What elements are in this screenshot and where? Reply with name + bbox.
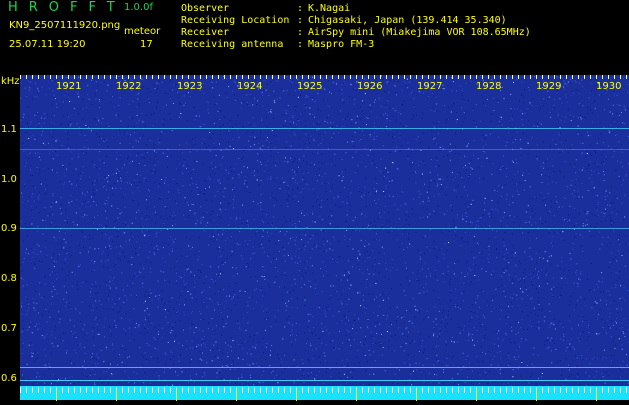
noise-layer [20, 75, 629, 387]
x-tick-label: 1928 [476, 81, 501, 92]
y-tick-label: 0.8 [1, 273, 17, 284]
y-tick-label: 1.0 [1, 174, 17, 185]
x-tick-label: 1925 [297, 81, 322, 92]
location-separator: : [297, 16, 303, 26]
time-ruler-ticks [20, 387, 629, 401]
observer-value: K.Nagai [308, 4, 350, 14]
x-tick-label: 1921 [56, 81, 81, 92]
observer-key: Observer [181, 4, 229, 14]
x-tick-label: 1923 [177, 81, 202, 92]
receiver-key: Receiver [181, 28, 229, 38]
frequency-unit-label: kHz [1, 76, 20, 87]
observer-separator: : [297, 4, 303, 14]
antenna-separator: : [297, 40, 303, 50]
spectrogram-canvas [20, 75, 629, 400]
header-panel: HROFFT 1.0.0f KN9_2507111920.png meteor … [0, 0, 629, 75]
x-tick-label: 1929 [536, 81, 561, 92]
antenna-key: Receiving antenna [181, 40, 283, 50]
minute-tick-marks [20, 75, 627, 79]
spectrogram-plot[interactable] [20, 75, 629, 400]
location-key: Receiving Location [181, 16, 289, 26]
app-title: HROFFT [8, 1, 126, 14]
time-ruler [20, 386, 629, 400]
x-tick-label: 1926 [357, 81, 382, 92]
antenna-value: Maspro FM-3 [308, 40, 374, 50]
x-tick-label: 1924 [237, 81, 262, 92]
filename-label: KN9_2507111920.png [9, 21, 120, 31]
location-value: Chigasaki, Japan (139.414 35.340) [308, 16, 507, 26]
y-tick-label: 1.1 [1, 124, 17, 135]
mode-label: meteor [124, 27, 160, 37]
receiver-value: AirSpy mini (Miakejima VOR 108.65MHz) [308, 28, 531, 38]
y-tick-label: 0.6 [1, 373, 17, 384]
count-label: 17 [140, 40, 153, 50]
datetime-label: 25.07.11 19:20 [9, 40, 86, 50]
x-tick-label: 1927 [417, 81, 442, 92]
x-tick-label: 1922 [116, 81, 141, 92]
y-tick-label: 0.9 [1, 223, 17, 234]
frequency-axis: kHz 1.1 1.0 0.9 0.8 0.7 0.6 [0, 75, 20, 400]
signal-lines [20, 128, 629, 381]
receiver-separator: : [297, 28, 303, 38]
y-tick-label: 0.7 [1, 323, 17, 334]
x-tick-label: 1930 [596, 81, 621, 92]
version-label: 1.0.0f [124, 3, 153, 13]
